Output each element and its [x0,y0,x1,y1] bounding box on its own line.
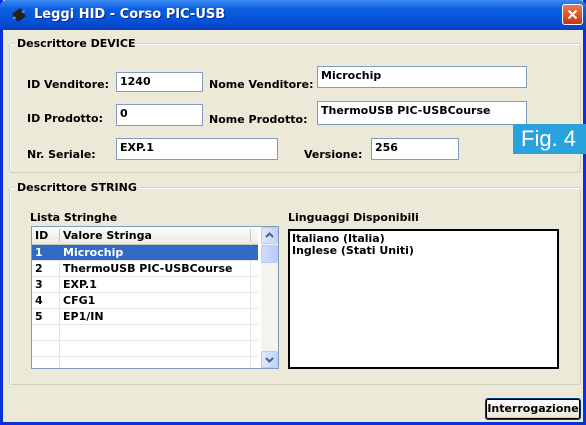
list-item[interactable]: 2 ThermoUSB PIC-USBCourse [32,261,258,276]
close-button[interactable] [562,4,583,25]
string-list-label: Lista Stringhe [30,211,118,224]
list-header: ID Valore Stringa [32,227,258,245]
list-item[interactable]: 3 EXP.1 [32,277,258,292]
row-id: 1 [35,246,43,259]
scroll-thumb[interactable] [261,245,278,263]
id-product-field[interactable]: 0 [116,104,203,126]
languages-list[interactable]: Italiano (Italia) Inglese (Stati Uniti) [288,229,559,369]
vendor-name-field[interactable]: Microchip [317,66,527,88]
product-name-field[interactable]: ThermoUSB PIC-USBCourse [317,101,527,125]
language-item[interactable]: Inglese (Stati Uniti) [292,245,555,257]
version-field[interactable]: 256 [371,138,459,160]
row-id: 4 [35,294,43,307]
list-item[interactable]: 1 Microchip [32,245,258,260]
row-value: EP1/IN [63,310,104,323]
column-header-id[interactable]: ID [35,229,48,242]
string-group-legend: Descrittore STRING [15,181,139,194]
id-vendor-label: ID Venditore: [27,78,110,91]
title-bar[interactable]: Leggi HID - Corso PIC-USB [0,0,586,30]
product-name-label: Nome Prodotto: [209,113,308,126]
serial-label: Nr. Seriale: [27,148,96,161]
row-value: EXP.1 [63,278,97,291]
device-group-legend: Descrittore DEVICE [15,37,138,50]
chevron-up-icon [265,232,274,238]
window-title: Leggi HID - Corso PIC-USB [34,7,226,22]
version-label: Versione: [304,148,363,161]
row-id: 3 [35,278,43,291]
row-value: CFG1 [63,294,96,307]
row-id: 5 [35,310,43,323]
row-value: Microchip [63,246,124,259]
chip-icon [12,8,26,22]
app-window: Leggi HID - Corso PIC-USB Descrittore DE… [0,0,586,425]
query-button[interactable]: Interrogazione [485,398,581,420]
list-scrollbar[interactable] [261,227,278,368]
list-item[interactable]: 5 EP1/IN [32,309,258,324]
id-product-label: ID Prodotto: [27,112,104,125]
row-id: 2 [35,262,43,275]
languages-label: Linguaggi Disponibili [288,211,419,224]
chevron-down-icon [265,357,274,363]
row-value: ThermoUSB PIC-USBCourse [63,262,233,275]
list-item[interactable]: 4 CFG1 [32,293,258,308]
column-header-value[interactable]: Valore Stringa [63,229,152,242]
vendor-name-label: Nome Venditore: [209,78,314,91]
string-list[interactable]: ID Valore Stringa 1 Microchip 2 ThermoUS… [31,226,279,369]
scroll-up-button[interactable] [261,227,278,244]
close-icon [567,9,578,20]
figure-label: Fig. 4 [513,124,586,154]
id-vendor-field[interactable]: 1240 [116,72,203,92]
serial-field[interactable]: EXP.1 [116,138,278,160]
scroll-down-button[interactable] [261,351,278,368]
